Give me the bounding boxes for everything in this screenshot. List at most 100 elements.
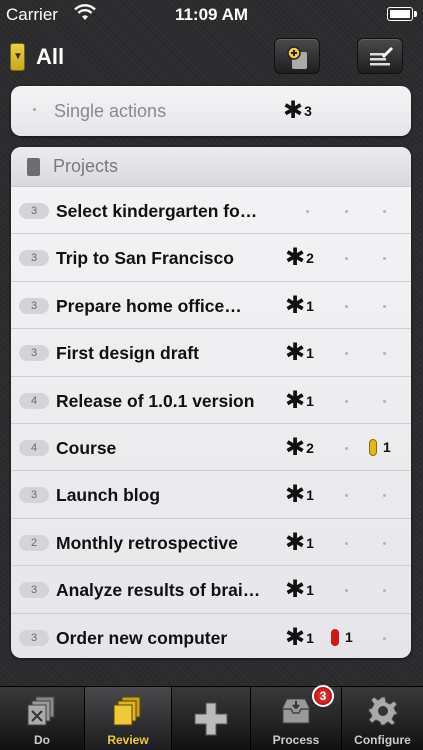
process-icon [282, 698, 310, 724]
single-actions-row[interactable]: Single actions ✱ 3 [11, 86, 411, 136]
empty-slot-dot [345, 541, 348, 545]
project-title: Release of 1.0.1 version [56, 390, 255, 411]
empty-slot-dot [345, 494, 348, 498]
action-count-pill: 2 [19, 534, 49, 551]
star-count: ✱ 1 [285, 528, 314, 556]
action-count-pill: 3 [19, 203, 49, 219]
star-icon: ✱ [285, 481, 306, 509]
single-actions-label: Single actions [54, 101, 167, 121]
project-title: Trip to San Francisco [56, 248, 234, 269]
star-icon: ✱ [285, 244, 306, 272]
empty-slot-dot [345, 399, 348, 403]
projects-header[interactable]: Projects [11, 147, 411, 187]
project-row[interactable]: 3 First design draft ✱ 1 [11, 329, 411, 377]
star-icon: ✱ [285, 576, 306, 604]
star-icon: ✱ [283, 97, 304, 124]
empty-slot-dot [345, 589, 348, 593]
project-title: Order new computer [56, 627, 228, 648]
star-icon: ✱ [285, 623, 306, 651]
action-count-pill: 3 [19, 629, 49, 646]
tab-process-label: Process [272, 733, 320, 747]
status-bar: Carrier 11:09 AM [0, 0, 423, 30]
action-count-pill: 4 [19, 440, 49, 456]
zoom-button[interactable] [274, 38, 320, 74]
project-title: Course [56, 438, 117, 458]
project-title: Prepare home office… [56, 295, 242, 316]
empty-slot-dot [383, 210, 386, 213]
star-count: ✱ 1 [285, 339, 314, 367]
project-row[interactable]: 3 Launch blog ✱ 1 [11, 471, 411, 519]
action-count-pill: 3 [19, 487, 49, 504]
tab-configure[interactable]: Configure [342, 687, 423, 750]
project-row[interactable]: 3 Order new computer ✱ 1 1 [11, 614, 411, 658]
project-title: Analyze results of brai… [56, 580, 261, 601]
tab-add[interactable] [172, 687, 250, 750]
star-icon: ✱ [285, 339, 306, 367]
star-icon: ✱ [285, 291, 306, 319]
tab-review[interactable]: Review [85, 687, 171, 750]
star-count: ✱ 2 [285, 434, 314, 461]
star-count: ✱ 1 [285, 386, 314, 414]
action-count-pill: 3 [19, 345, 49, 362]
star-count: ✱ 2 [285, 244, 314, 272]
clock: 11:09 AM [174, 5, 249, 24]
empty-slot-dot [345, 447, 348, 450]
action-count-pill: 3 [19, 582, 49, 599]
bullet-dot [33, 108, 36, 111]
edit-icon [370, 47, 393, 66]
star-icon: ✱ [285, 386, 306, 414]
nav-bar: ▼ All [0, 30, 423, 82]
star-icon: ✱ [285, 434, 306, 461]
projects-header-label: Projects [53, 156, 119, 176]
star-icon: ✱ [285, 528, 306, 556]
project-title: Launch blog [56, 485, 161, 506]
red-flag-icon [331, 628, 339, 646]
page-title: All [36, 44, 65, 69]
do-icon [27, 696, 55, 726]
project-row[interactable]: 3 Select kindergarten fo… [11, 187, 411, 235]
star-count: ✱ 1 [285, 291, 314, 319]
empty-slot-dot [306, 210, 309, 213]
chevron-down-icon: ▼ [13, 51, 23, 62]
empty-slot-dot [383, 541, 386, 545]
empty-slot-dot [383, 399, 386, 403]
empty-slot-dot [383, 257, 386, 261]
empty-slot-dot [345, 210, 348, 213]
tab-configure-label: Configure [354, 733, 411, 747]
project-row[interactable]: 3 Prepare home office… ✱ 1 [11, 282, 411, 330]
tab-bar: Do Review 3 Process Configure [0, 685, 423, 750]
filter-toggle-button[interactable]: ▼ [10, 43, 25, 71]
star-count: ✱ 1 [285, 481, 314, 509]
project-row[interactable]: 4 Release of 1.0.1 version ✱ 1 [11, 377, 411, 424]
project-row[interactable]: 4 Course ✱ 2 1 [11, 424, 411, 472]
project-row[interactable]: 3 Analyze results of brai… ✱ 1 [11, 566, 411, 614]
folder-icon [27, 158, 40, 176]
project-title: Monthly retrospective [56, 532, 238, 553]
empty-slot-dot [383, 352, 386, 356]
empty-slot-dot [383, 636, 386, 640]
tab-review-label: Review [107, 733, 149, 747]
tab-process[interactable]: 3 Process [251, 685, 341, 750]
empty-slot-dot [383, 494, 386, 498]
action-count-pill: 4 [19, 392, 49, 409]
tab-do[interactable]: Do [0, 687, 84, 750]
empty-slot-dot [345, 352, 348, 356]
empty-slot-dot [345, 257, 348, 261]
tab-do-label: Do [34, 733, 50, 747]
gear-icon [367, 696, 398, 726]
projects-list: Projects 3 Select kindergarten fo… 3 Trip t… [11, 147, 411, 658]
star-count: ✱ 1 [285, 576, 314, 604]
empty-slot-dot [383, 304, 386, 308]
battery-icon [387, 7, 417, 21]
yellow-flag-icon [369, 439, 377, 456]
project-title: Select kindergarten fo… [56, 201, 258, 221]
review-icon [113, 696, 141, 726]
action-count-pill: 3 [19, 250, 49, 267]
project-row[interactable]: 3 Trip to San Francisco ✱ 2 [11, 234, 411, 282]
flag-count: 1 [345, 628, 353, 645]
edit-button[interactable] [357, 38, 403, 74]
zoom-icon [287, 46, 307, 69]
add-icon [194, 702, 228, 736]
project-row[interactable]: 2 Monthly retrospective ✱ 1 [11, 519, 411, 567]
star-count: ✱ 1 [285, 623, 314, 651]
